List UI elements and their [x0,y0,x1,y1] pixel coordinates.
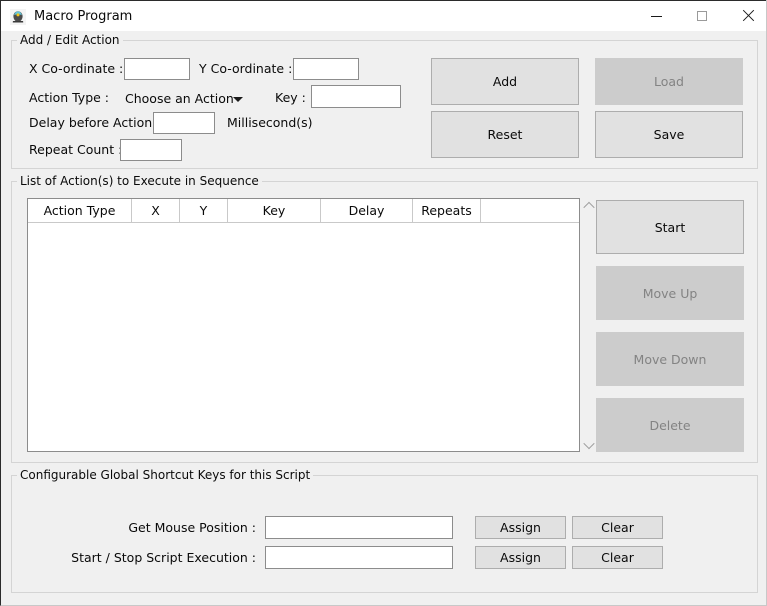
get-mouse-position-input[interactable] [265,516,453,539]
x-coordinate-input[interactable] [124,58,190,80]
action-type-select[interactable]: Choose an Action [124,88,249,110]
chevron-down-icon [582,437,595,449]
column-header-action-type[interactable]: Action Type [28,199,132,222]
repeat-count-input[interactable] [120,139,182,161]
minimize-button[interactable] [633,1,679,31]
clear-get-mouse-position-button[interactable]: Clear [572,516,663,539]
key-input[interactable] [311,85,401,108]
shortcut-keys-legend: Configurable Global Shortcut Keys for th… [17,468,314,483]
repeat-count-label: Repeat Count : [29,142,123,157]
assign-start-stop-execution-button[interactable]: Assign [475,546,566,569]
title-bar: Macro Program [1,0,766,31]
column-header-repeats[interactable]: Repeats [413,199,481,222]
scrollbar-up-button[interactable] [581,198,596,213]
add-button[interactable]: Add [431,58,579,105]
app-icon [10,9,26,25]
table-header-row: Action Type X Y Key Delay Repeats [28,199,579,223]
key-label: Key : [275,90,306,105]
add-edit-action-legend: Add / Edit Action [17,33,123,48]
close-button[interactable] [725,1,766,31]
chevron-down-icon [233,97,243,102]
minimize-icon [650,15,662,17]
action-type-selected-value: Choose an Action [125,91,234,106]
action-list-legend: List of Action(s) to Execute in Sequence [17,174,262,189]
x-coordinate-label: X Co-ordinate : [29,61,124,76]
app-window: Macro Program Add / Edit Action X Co-ord… [0,0,767,606]
chevron-up-icon [582,201,595,213]
assign-get-mouse-position-button[interactable]: Assign [475,516,566,539]
table-body[interactable] [28,223,579,451]
column-header-spacer[interactable] [481,199,579,222]
column-header-x[interactable]: X [132,199,180,222]
start-stop-execution-label: Start / Stop Script Execution : [71,550,256,565]
delay-input[interactable] [153,112,215,134]
action-table[interactable]: Action Type X Y Key Delay Repeats [27,198,580,452]
move-up-button[interactable]: Move Up [596,266,744,320]
window-title: Macro Program [34,9,133,24]
scrollbar-down-button[interactable] [581,437,596,452]
action-type-label: Action Type : [29,90,110,105]
delete-button[interactable]: Delete [596,398,744,452]
move-down-button[interactable]: Move Down [596,332,744,386]
load-button[interactable]: Load [595,58,743,105]
start-button[interactable]: Start [596,200,744,254]
table-scrollbar[interactable] [581,198,596,452]
y-coordinate-label: Y Co-ordinate : [199,61,293,76]
save-button[interactable]: Save [595,111,743,158]
maximize-icon [697,11,707,21]
start-stop-execution-input[interactable] [265,546,453,569]
reset-button[interactable]: Reset [431,111,579,158]
maximize-button[interactable] [679,1,725,31]
get-mouse-position-label: Get Mouse Position : [128,520,256,535]
milliseconds-label: Millisecond(s) [227,115,313,130]
column-header-key[interactable]: Key [228,199,321,222]
close-icon [742,10,754,22]
y-coordinate-input[interactable] [293,58,359,80]
column-header-delay[interactable]: Delay [321,199,413,222]
column-header-y[interactable]: Y [180,199,228,222]
delay-label: Delay before Action : [29,115,161,130]
clear-start-stop-execution-button[interactable]: Clear [572,546,663,569]
